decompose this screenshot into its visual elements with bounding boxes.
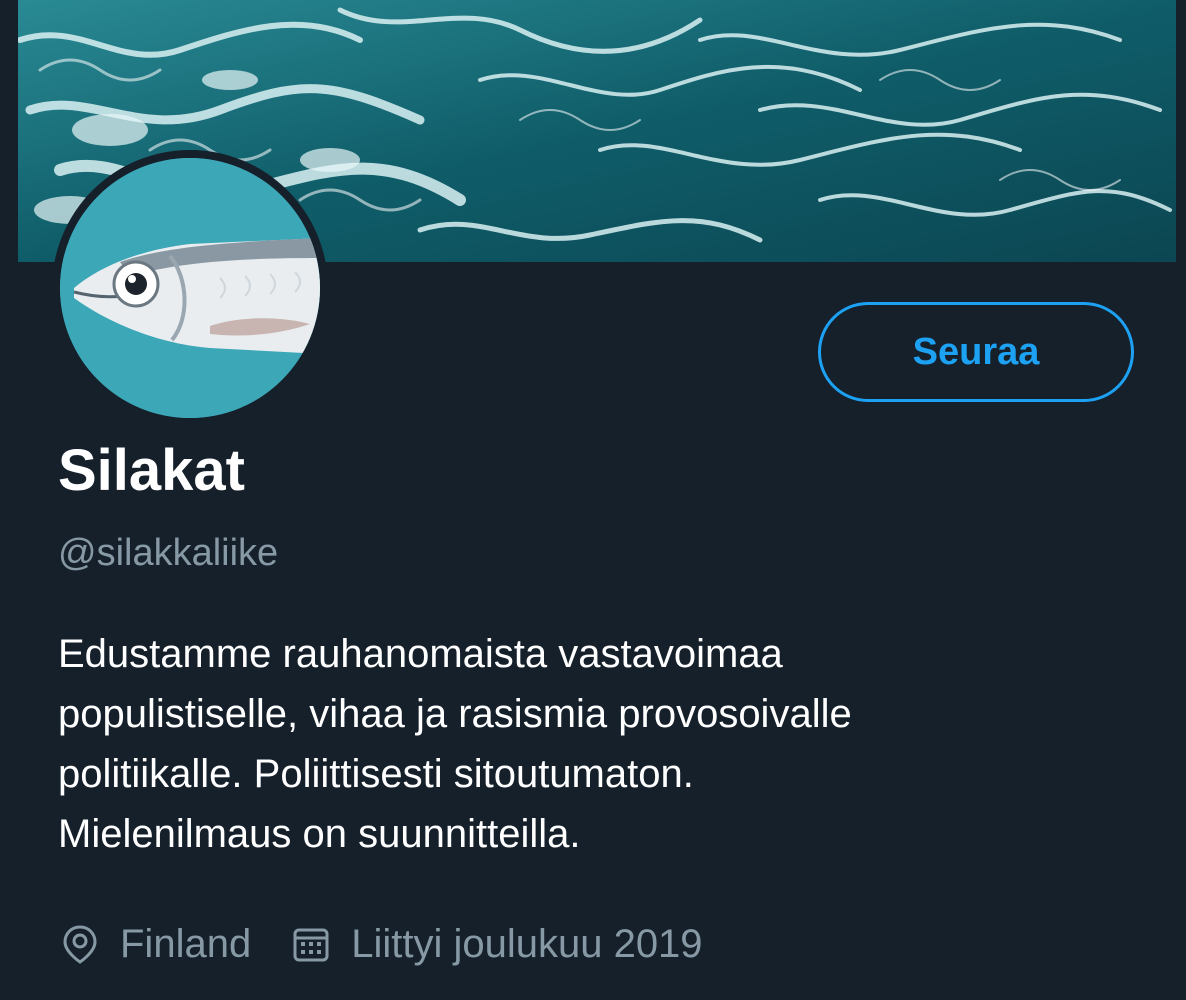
profile-display-name: Silakat — [58, 438, 245, 503]
fish-icon — [60, 158, 320, 418]
location-pin-icon — [58, 922, 102, 966]
banner-left-edge — [0, 0, 18, 262]
profile-handle: @silakkaliike — [58, 532, 279, 574]
profile-meta: Finland Liittyi joulukuu 2019 — [58, 916, 703, 972]
profile-joined-date: Liittyi joulukuu 2019 — [289, 922, 703, 966]
bio-line: politiikalle. Poliittisesti sitoutumaton… — [58, 752, 694, 796]
fish-avatar-image — [60, 158, 320, 418]
bio-line: Edustamme rauhanomaista vastavoimaa — [58, 632, 783, 676]
bio-line: populistiselle, vihaa ja rasismia provos… — [58, 692, 852, 736]
profile-location: Finland — [58, 922, 251, 966]
calendar-icon — [289, 922, 333, 966]
profile-bio: Edustamme rauhanomaista vastavoimaa popu… — [58, 624, 1158, 864]
profile-avatar[interactable] — [52, 150, 328, 426]
joined-text: Liittyi joulukuu 2019 — [351, 922, 703, 966]
bio-line: Mielenilmaus on suunnitteilla. — [58, 812, 581, 856]
follow-button[interactable]: Seuraa — [818, 302, 1134, 402]
location-text: Finland — [120, 922, 252, 966]
banner-right-edge — [1176, 0, 1186, 262]
